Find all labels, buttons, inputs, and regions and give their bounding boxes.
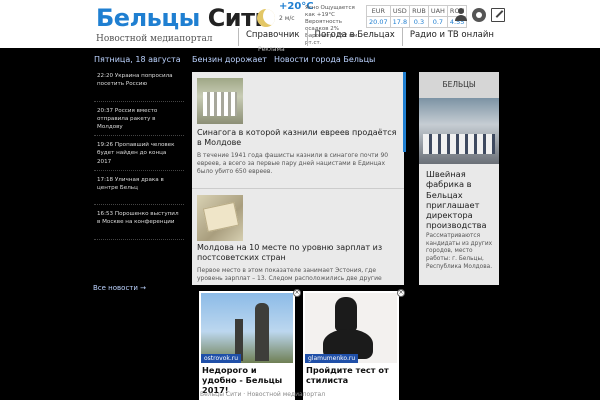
currency-header: UAH: [427, 5, 448, 17]
all-news-link[interactable]: Все новости →: [93, 284, 146, 292]
bottom-note: Бельцы Сити · Новостной медиапортал: [200, 391, 326, 398]
ad-source: glamumenko.ru: [305, 354, 359, 363]
currency-value: 17.8: [389, 16, 411, 28]
feature-title[interactable]: Швейная фабрика в Бельцах приглашает дир…: [419, 164, 499, 231]
weather-wind: 2 м/с: [279, 15, 295, 22]
article-title[interactable]: Синагога в которой казнили евреев продаё…: [197, 128, 399, 148]
feature-image[interactable]: [419, 98, 499, 164]
eye-icon[interactable]: [472, 8, 486, 22]
article-summary: Первое место в этом показателе занимает …: [197, 267, 382, 282]
article-summary: В течение 1941 года фашисты казнили в си…: [197, 152, 389, 175]
article-card[interactable]: Молдова на 10 месте по уровню зарплат из…: [192, 189, 404, 285]
site-header: Бельцы Сити Новостной медиапортал +20°C …: [0, 0, 600, 48]
article-list[interactable]: Синагога в которой казнили евреев продаё…: [192, 72, 404, 285]
close-icon[interactable]: ×: [293, 289, 301, 297]
news-tabs: Бензин дорожает Новости города Бельцы: [192, 55, 382, 64]
ad-label: Реклама: [258, 46, 285, 53]
edit-icon[interactable]: [491, 8, 505, 22]
logo-part-1: Бельцы: [96, 4, 200, 32]
currency-value: 0.3: [409, 16, 429, 28]
article-title[interactable]: Молдова на 10 месте по уровню зарплат из…: [197, 243, 399, 263]
ad-title[interactable]: Пройдите тест от стилиста: [306, 365, 398, 385]
article-card[interactable]: Синагога в которой казнили евреев продаё…: [192, 72, 404, 189]
article-thumbnail[interactable]: [197, 78, 243, 124]
news-item[interactable]: 16:53 Порошенко выступил в Москве на кон…: [94, 205, 184, 240]
currency-value: 20.07: [366, 16, 391, 28]
ad-image[interactable]: [201, 293, 293, 363]
moon-icon: [257, 9, 275, 27]
site-tagline: Новостной медиапортал: [96, 34, 213, 44]
currency-header: USD: [389, 5, 411, 17]
currency-header: EUR: [366, 5, 391, 17]
tab-city-news[interactable]: Новости города Бельцы: [274, 55, 375, 64]
articles-scrollbar[interactable]: [403, 72, 406, 152]
currency-header: RUB: [409, 5, 429, 17]
main-nav: Справочник Погода в Бельцах Радио и ТВ о…: [238, 28, 501, 46]
tab-fuel[interactable]: Бензин дорожает: [192, 55, 267, 64]
nav-item-directory[interactable]: Справочник: [238, 28, 307, 46]
featured-article[interactable]: БЕЛЬЦЫ Швейная фабрика в Бельцах приглаш…: [419, 72, 499, 285]
article-thumbnail[interactable]: [197, 195, 243, 241]
feature-city-label: БЕЛЬЦЫ: [419, 72, 499, 98]
news-list: 22:20 Украина попросила посетить Россию …: [94, 67, 184, 240]
news-item[interactable]: 20:37 Россия вместо отправила ракету в М…: [94, 102, 184, 136]
currency-value: 0.7: [427, 16, 448, 28]
nav-item-radio-tv[interactable]: Радио и ТВ онлайн: [401, 28, 501, 46]
ad-image[interactable]: [305, 293, 397, 363]
ad-source: ostrovok.ru: [201, 354, 242, 363]
news-item[interactable]: 17:18 Уличная драка в центре Бельц: [94, 171, 184, 205]
news-item[interactable]: 19:26 Пропавший человек будет найден до …: [94, 136, 184, 171]
close-icon[interactable]: ×: [397, 289, 405, 297]
currency-table: EUR USD RUB UAH RON 20.07 17.8 0.3 0.7 4…: [366, 5, 468, 28]
news-item[interactable]: 22:20 Украина попросила посетить Россию: [94, 67, 184, 102]
ad-card[interactable]: ostrovok.ru Недорого и удобно - Бельцы 2…: [199, 291, 295, 400]
nav-item-weather[interactable]: Погода в Бельцах: [306, 28, 402, 46]
feature-summary: Рассматриваются кандидаты из других горо…: [426, 232, 493, 270]
ad-card[interactable]: glamumenko.ru Пройдите тест от стилиста: [303, 291, 399, 400]
date-heading: Пятница, 18 августа: [94, 55, 181, 64]
user-icon[interactable]: [454, 8, 468, 22]
